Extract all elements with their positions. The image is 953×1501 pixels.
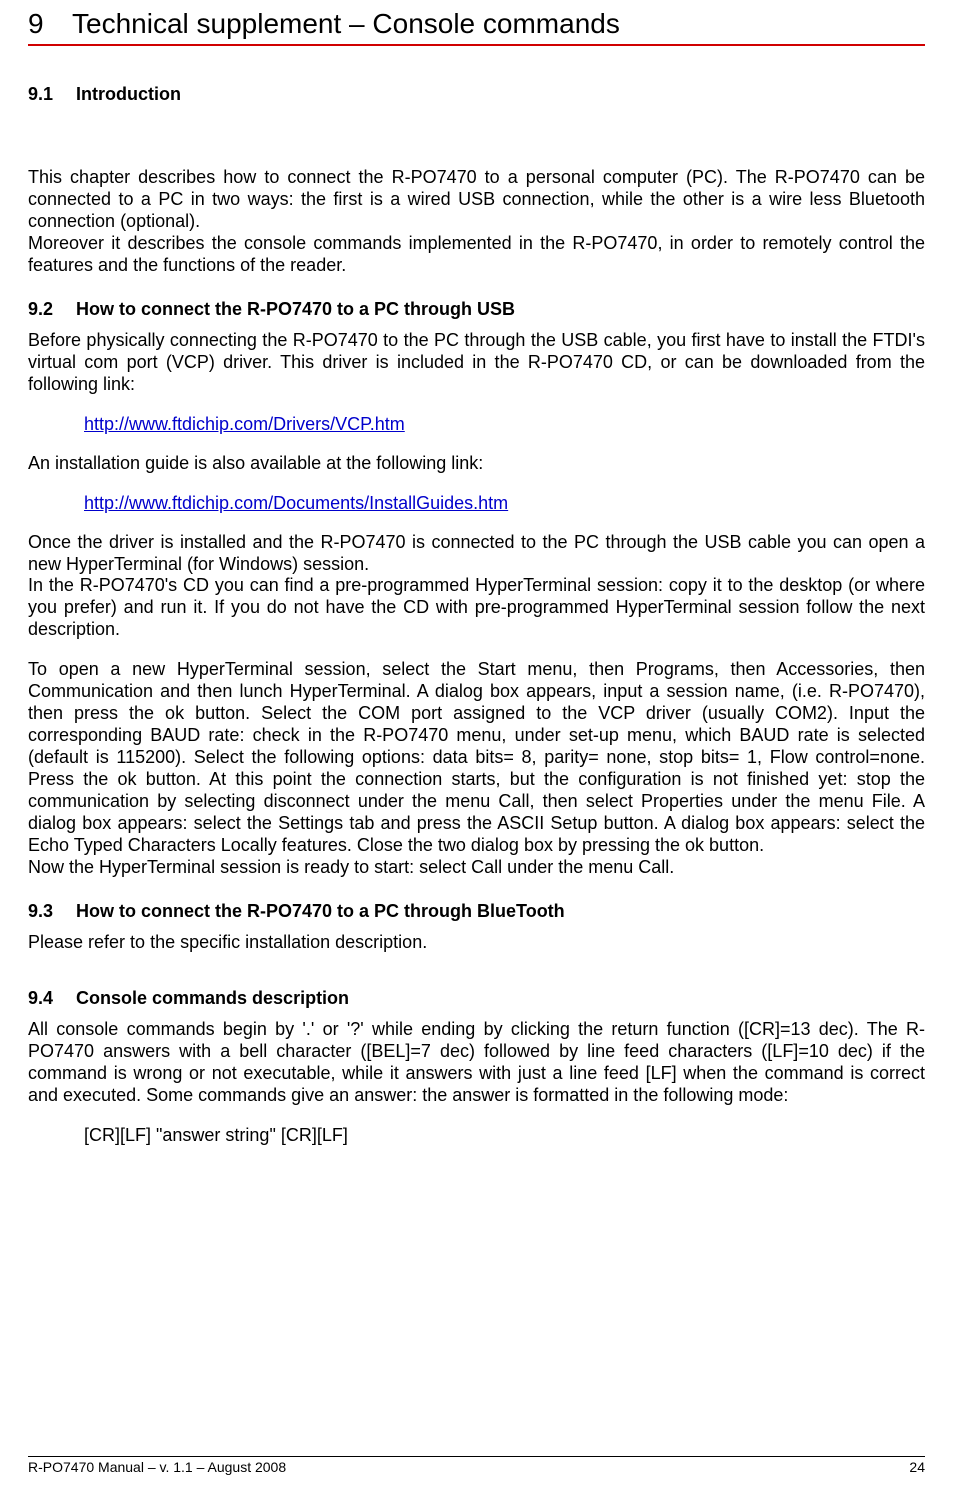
link-block: http://www.ftdichip.com/Drivers/VCP.htm (28, 414, 925, 435)
spacer (28, 127, 925, 167)
section-number: 9.2 (28, 299, 76, 320)
section-title-text: How to connect the R-PO7470 to a PC thro… (76, 901, 565, 921)
section-title-text: Introduction (76, 84, 181, 104)
paragraph: An installation guide is also available … (28, 453, 925, 475)
link-block: http://www.ftdichip.com/Documents/Instal… (28, 493, 925, 514)
chapter-heading: 9Technical supplement – Console commands (28, 8, 925, 46)
section-number: 9.4 (28, 988, 76, 1009)
paragraph: Before physically connecting the R-PO747… (28, 330, 925, 396)
install-guide-link[interactable]: http://www.ftdichip.com/Documents/Instal… (84, 493, 508, 513)
paragraph: Once the driver is installed and the R-P… (28, 532, 925, 576)
section-heading-introduction: 9.1Introduction (28, 84, 925, 105)
footer-left: R-PO7470 Manual – v. 1.1 – August 2008 (28, 1459, 286, 1475)
vcp-driver-link[interactable]: http://www.ftdichip.com/Drivers/VCP.htm (84, 414, 405, 434)
document-page: 9Technical supplement – Console commands… (0, 0, 953, 1501)
footer-page-number: 24 (909, 1459, 925, 1475)
paragraph: In the R-PO7470's CD you can find a pre-… (28, 575, 925, 641)
page-footer: R-PO7470 Manual – v. 1.1 – August 2008 2… (28, 1456, 925, 1475)
section-heading-usb: 9.2How to connect the R-PO7470 to a PC t… (28, 299, 925, 320)
section-number: 9.3 (28, 901, 76, 922)
section-title-text: How to connect the R-PO7470 to a PC thro… (76, 299, 515, 319)
section-title-text: Console commands description (76, 988, 349, 1008)
paragraph: Please refer to the specific installatio… (28, 932, 925, 954)
paragraph: Moreover it describes the console comman… (28, 233, 925, 277)
paragraph: This chapter describes how to connect th… (28, 167, 925, 233)
paragraph: Now the HyperTerminal session is ready t… (28, 857, 925, 879)
section-number: 9.1 (28, 84, 76, 105)
code-example: [CR][LF] "answer string" [CR][LF] (28, 1125, 925, 1146)
chapter-title-text: Technical supplement – Console commands (72, 8, 620, 39)
paragraph: All console commands begin by '.' or '?'… (28, 1019, 925, 1107)
paragraph: To open a new HyperTerminal session, sel… (28, 659, 925, 857)
section-heading-console-commands: 9.4Console commands description (28, 988, 925, 1009)
section-heading-bluetooth: 9.3How to connect the R-PO7470 to a PC t… (28, 901, 925, 922)
chapter-number: 9 (28, 8, 72, 40)
